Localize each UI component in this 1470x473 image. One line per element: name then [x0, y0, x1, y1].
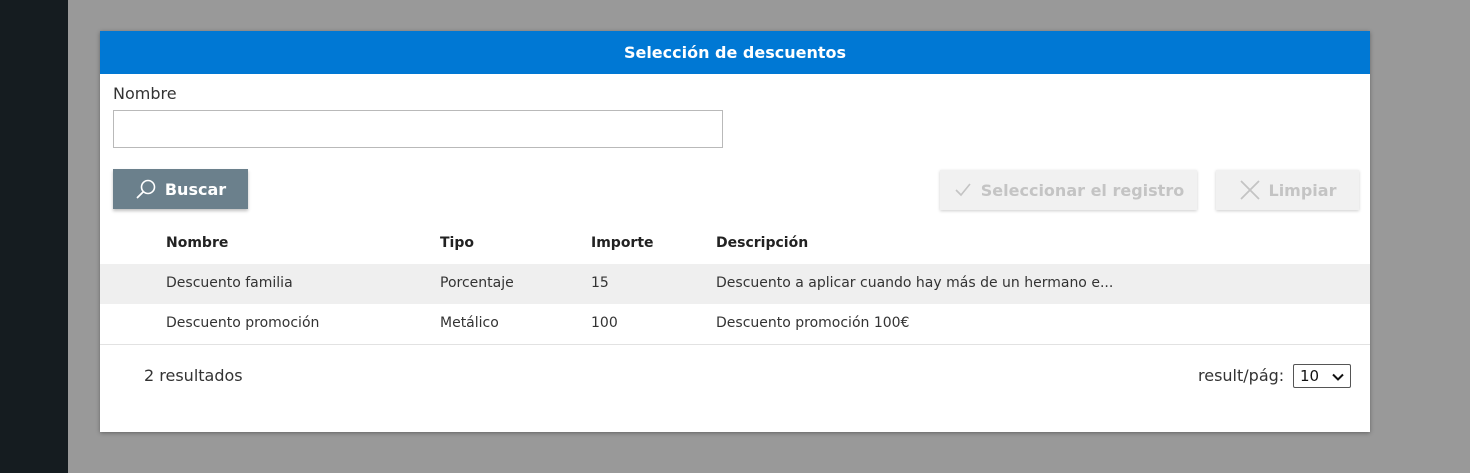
page-size-value: 10 [1300, 367, 1320, 385]
dialog-header: Selección de descuentos [100, 31, 1370, 74]
search-button-label: Buscar [164, 179, 227, 199]
cell-nombre: Descuento familia [166, 275, 293, 291]
cell-nombre: Descuento promoción [166, 315, 320, 331]
page-size-select[interactable]: 10 [1293, 364, 1351, 388]
cell-importe: 15 [591, 275, 609, 291]
cell-descripcion: Descuento a aplicar cuando hay más de un… [716, 275, 1114, 291]
name-input[interactable] [113, 110, 723, 148]
check-icon [953, 180, 973, 200]
dialog-title: Selección de descuentos [623, 43, 847, 62]
cell-importe: 100 [591, 315, 618, 331]
search-icon [135, 178, 157, 200]
table-header: Nombre Tipo Importe Descripción [100, 223, 1370, 263]
column-header-descripcion[interactable]: Descripción [716, 235, 808, 251]
column-header-importe[interactable]: Importe [591, 235, 654, 251]
search-button[interactable]: Buscar [113, 169, 248, 209]
table-row[interactable]: Descuento promoción Metálico 100 Descuen… [100, 304, 1370, 345]
cell-descripcion: Descuento promoción 100€ [716, 315, 910, 331]
column-header-nombre[interactable]: Nombre [166, 235, 228, 251]
column-header-tipo[interactable]: Tipo [440, 235, 474, 251]
clear-button-label: Limpiar [1268, 180, 1337, 200]
chevron-down-icon [1332, 367, 1344, 385]
left-sidebar [0, 0, 68, 473]
close-icon [1239, 179, 1261, 201]
select-record-button[interactable]: Seleccionar el registro [940, 170, 1197, 210]
select-record-label: Seleccionar el registro [980, 180, 1185, 200]
page-size-label: result/pág: [1198, 366, 1285, 385]
cell-tipo: Metálico [440, 315, 499, 331]
results-count: 2 resultados [144, 366, 243, 385]
table-row[interactable]: Descuento familia Porcentaje 15 Descuent… [100, 264, 1370, 304]
cell-tipo: Porcentaje [440, 275, 514, 291]
name-field-label: Nombre [113, 84, 177, 103]
discount-selection-dialog: Selección de descuentos Nombre Buscar Se… [100, 31, 1370, 432]
clear-button[interactable]: Limpiar [1216, 170, 1359, 210]
